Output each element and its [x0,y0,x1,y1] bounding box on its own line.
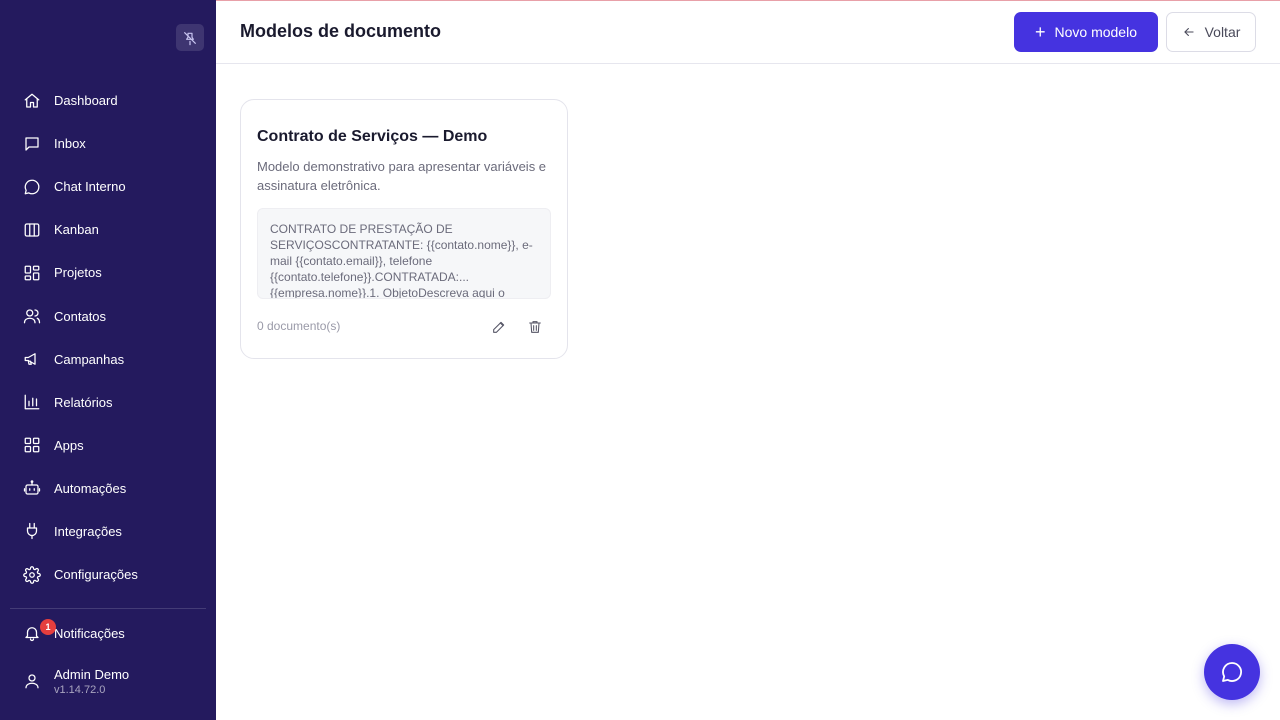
user-icon [22,671,42,691]
gear-icon [22,565,42,585]
chat-icon [22,177,42,197]
chat-fab-button[interactable] [1204,644,1260,700]
chat-bubble-icon [1222,662,1243,682]
bar-chart-icon [22,392,42,412]
edit-template-button[interactable] [488,316,510,338]
sidebar-item-label: Integrações [54,523,122,539]
sidebar-item-contatos[interactable]: Contatos [10,294,206,337]
megaphone-icon [22,349,42,369]
new-template-label: Novo modelo [1054,24,1138,40]
notification-badge: 1 [40,619,56,635]
sidebar-item-apps[interactable]: Apps [10,424,206,467]
sidebar-item-chat-interno[interactable]: Chat Interno [10,165,206,208]
sidebar-item-label: Projetos [54,265,102,281]
sidebar-item-label: Apps [54,437,84,453]
delete-template-button[interactable] [524,316,546,338]
back-button[interactable]: Voltar [1166,12,1256,52]
template-title: Contrato de Serviços — Demo [257,128,488,145]
user-profile[interactable]: Admin Demo v1.14.72.0 [10,660,206,702]
sidebar-item-notificacoes[interactable]: 1 Notificações [10,612,206,654]
inbox-icon [22,134,42,154]
sidebar-item-label: Configurações [54,567,138,583]
template-preview: CONTRATO DE PRESTAÇÃO DE SERVIÇOSCONTRAT… [257,208,551,299]
template-document-count: 0 documento(s) [257,319,341,333]
sidebar-item-dashboard[interactable]: Dashboard [10,79,206,122]
app-version: v1.14.72.0 [54,683,106,696]
arrow-left-icon [1183,27,1194,37]
unpin-icon [184,31,196,45]
sidebar-item-projetos[interactable]: Projetos [10,251,206,294]
sidebar-item-automacoes[interactable]: Automações [10,467,206,510]
sidebar-item-kanban[interactable]: Kanban [10,208,206,251]
sidebar-item-label: Dashboard [54,93,118,109]
sidebar-item-relatorios[interactable]: Relatórios [10,381,206,424]
back-label: Voltar [1204,24,1241,40]
bot-icon [22,478,42,498]
sidebar-nav: Dashboard Inbox Chat Interno Kanban Proj… [10,79,206,596]
sidebar-item-campanhas[interactable]: Campanhas [10,338,206,381]
apps-icon [22,435,42,455]
sidebar-item-label: Notificações [54,625,125,641]
sidebar-item-label: Inbox [54,136,86,152]
projects-icon [22,263,42,283]
trash-icon [529,321,541,333]
new-template-button[interactable]: + Novo modelo [1014,12,1158,52]
pencil-icon [493,321,505,333]
template-description: Modelo demonstrativo para apresentar var… [257,159,547,193]
sidebar-item-label: Contatos [54,308,107,324]
bell-icon [22,623,42,643]
plus-icon: + [1034,22,1046,42]
sidebar-item-label: Automações [54,480,127,496]
plug-icon [22,521,42,541]
sidebar-item-label: Campanhas [54,351,125,367]
template-card[interactable]: Contrato de Serviços — Demo Modelo demon… [240,99,568,359]
kanban-icon [22,220,42,240]
sidebar-item-label: Kanban [54,222,99,238]
sidebar-item-label: Relatórios [54,394,113,410]
sidebar-item-configuracoes[interactable]: Configurações [10,553,206,596]
sidebar-item-integracoes[interactable]: Integrações [10,510,206,553]
page-header: Modelos de documento + Novo modelo Volta… [216,1,1280,64]
home-icon [22,91,42,111]
sidebar-item-inbox[interactable]: Inbox [10,122,206,165]
sidebar: Dashboard Inbox Chat Interno Kanban Proj… [0,0,216,720]
sidebar-item-label: Chat Interno [54,179,126,195]
sidebar-divider [10,608,206,609]
page-title: Modelos de documento [240,21,442,41]
unpin-sidebar-button[interactable] [176,24,204,51]
user-name: Admin Demo [54,666,130,682]
contacts-icon [22,306,42,326]
